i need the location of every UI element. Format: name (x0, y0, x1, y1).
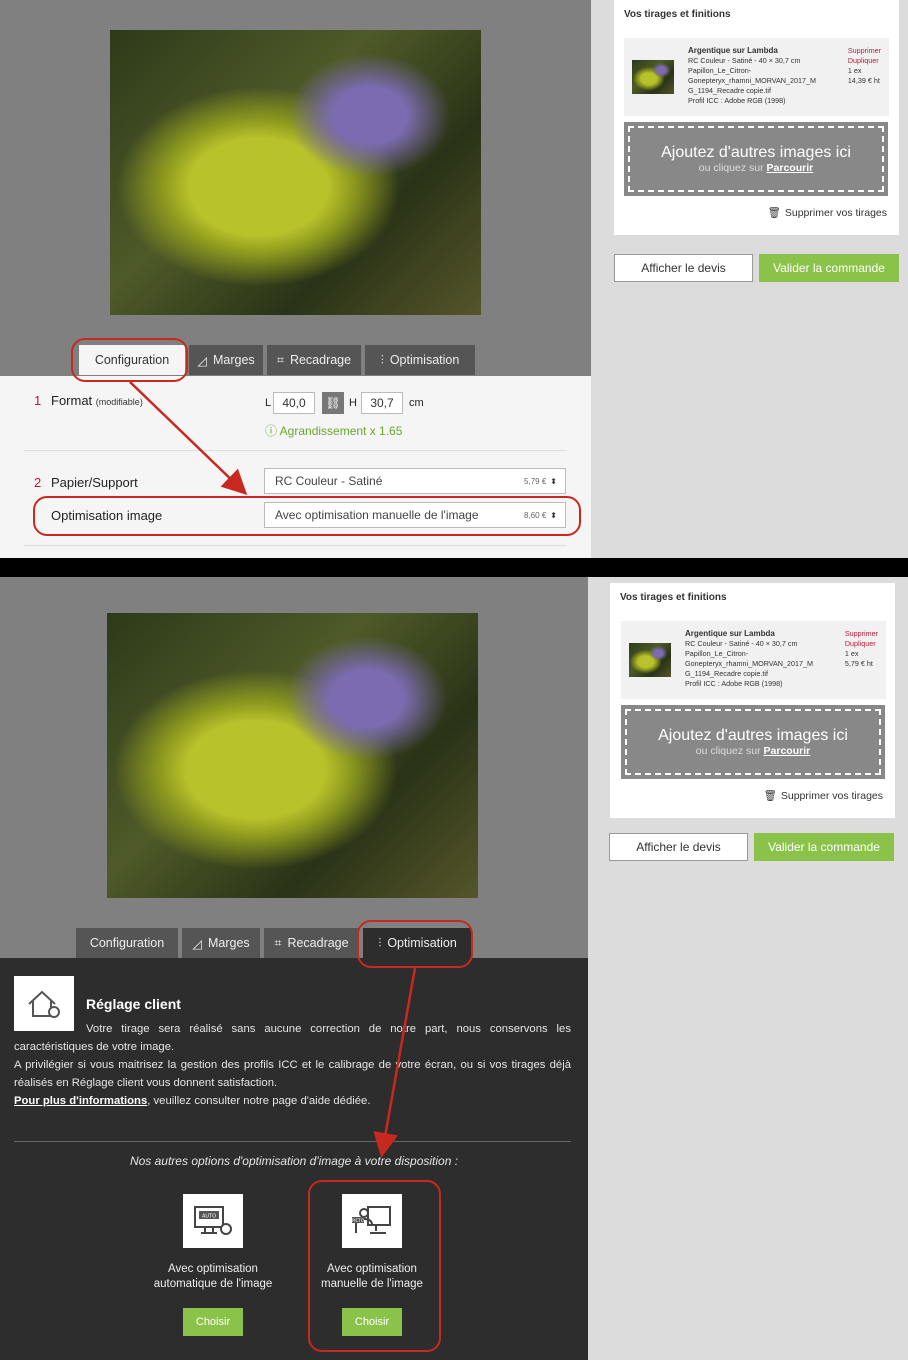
annotation-arrows (129, 381, 417, 1158)
